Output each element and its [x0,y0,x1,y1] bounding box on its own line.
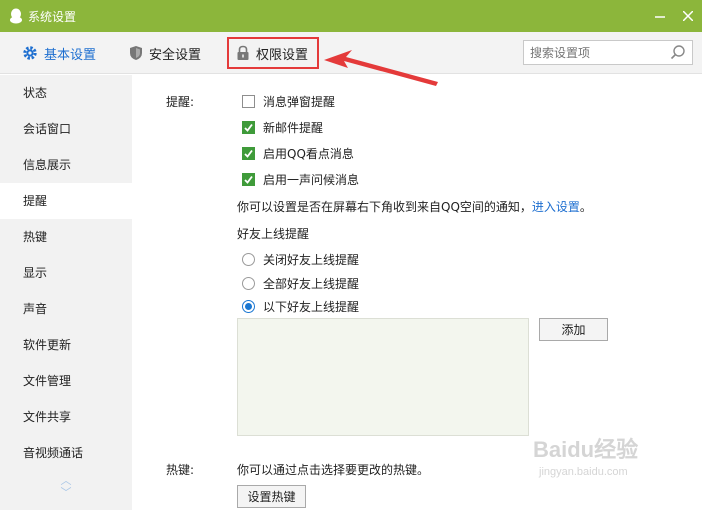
settings-sidebar: 状态 会话窗口 信息展示 提醒 热键 显示 声音 软件更新 文件管理 文件共享 … [0,75,132,510]
checkbox-popup-reminder[interactable]: 消息弹窗提醒 [242,93,335,110]
sidebar-item-file-sharing[interactable]: 文件共享 [0,399,132,435]
minimize-icon [655,16,665,18]
checkbox-label: 消息弹窗提醒 [263,95,336,109]
search-input[interactable] [523,40,693,65]
hotkeys-note: 你可以通过点击选择要更改的热键。 [237,463,430,477]
search-icon[interactable] [670,44,686,63]
qzone-note-period: 。 [579,200,592,214]
sidebar-item-sound[interactable]: 声音 [0,291,132,327]
checkmark-icon [244,175,253,184]
sidebar-item-av-call[interactable]: 音视频通话 [0,435,132,471]
radio-label: 全部好友上线提醒 [263,277,360,291]
sidebar-item-software-update[interactable]: 软件更新 [0,327,132,363]
radio-button[interactable] [242,300,255,313]
watermark-logo-text: Baidu经验 [533,437,639,462]
sidebar-item-display[interactable]: 显示 [0,255,132,291]
close-icon [683,11,693,21]
set-hotkey-button[interactable]: 设置热键 [237,485,306,508]
tab-label: 基本设置 [44,47,97,63]
checkbox-greeting-message[interactable]: 启用一声问候消息 [242,171,359,188]
gear-icon [22,45,38,61]
radio-label: 以下好友上线提醒 [263,300,360,314]
hotkeys-section-label: 热键: [166,463,195,477]
friend-online-title: 好友上线提醒 [237,227,310,241]
sidebar-item-status[interactable]: 状态 [0,75,132,111]
checkbox-label: 启用一声问候消息 [263,173,360,187]
radio-selected-friends-online[interactable]: 以下好友上线提醒 [242,298,359,315]
tab-basic-settings[interactable]: 基本设置 [22,32,96,74]
radio-all-friends-online[interactable]: 全部好友上线提醒 [242,275,359,292]
checkbox[interactable] [242,95,255,108]
lock-icon [236,45,250,61]
reminders-section-label: 提醒: [166,95,195,109]
qzone-settings-link[interactable]: 进入设置 [532,198,580,215]
checkbox[interactable] [242,147,255,160]
tab-label: 权限设置 [256,47,309,63]
tab-security-settings[interactable]: 安全设置 [129,32,201,74]
sidebar-scroll-arrows[interactable]: ︿ ﹀ [58,475,74,499]
tab-permission-settings[interactable]: 权限设置 [227,37,319,69]
checkmark-icon [244,123,253,132]
baidu-watermark: Baidu经验 jingyan.baidu.com [533,432,638,478]
qzone-note-text: 你可以设置是否在屏幕右下角收到来自QQ空间的通知， [237,200,532,214]
sidebar-item-chat-window[interactable]: 会话窗口 [0,111,132,147]
friend-list-box[interactable] [237,318,529,436]
checkbox[interactable] [242,121,255,134]
tab-label: 安全设置 [149,47,202,63]
shield-icon [129,45,143,61]
sidebar-item-hotkeys[interactable]: 热键 [0,219,132,255]
qzone-notice: 你可以设置是否在屏幕右下角收到来自QQ空间的通知， 进入设置。 [237,198,592,215]
radio-disable-friend-online[interactable]: 关闭好友上线提醒 [242,251,359,268]
qq-penguin-icon [8,8,24,24]
watermark-url: jingyan.baidu.com [539,466,628,478]
radio-button[interactable] [242,277,255,290]
sidebar-item-info-display[interactable]: 信息展示 [0,147,132,183]
checkbox-new-mail-reminder[interactable]: 新邮件提醒 [242,119,323,136]
sidebar-item-reminders[interactable]: 提醒 [0,183,132,219]
sidebar-item-file-management[interactable]: 文件管理 [0,363,132,399]
checkmark-icon [244,149,253,158]
radio-label: 关闭好友上线提醒 [263,253,360,267]
checkbox[interactable] [242,173,255,186]
add-friend-button[interactable]: 添加 [539,318,608,341]
chevron-down-icon[interactable]: ﹀ [58,487,74,499]
checkbox-label: 新邮件提醒 [263,121,324,135]
minimize-button[interactable] [646,0,674,32]
checkbox-label: 启用QQ看点消息 [263,147,354,161]
checkbox-qq-kandian[interactable]: 启用QQ看点消息 [242,145,354,162]
window-title: 系统设置 [28,9,77,24]
close-button[interactable] [674,0,702,32]
title-bar: 系统设置 [0,0,702,32]
radio-button[interactable] [242,253,255,266]
